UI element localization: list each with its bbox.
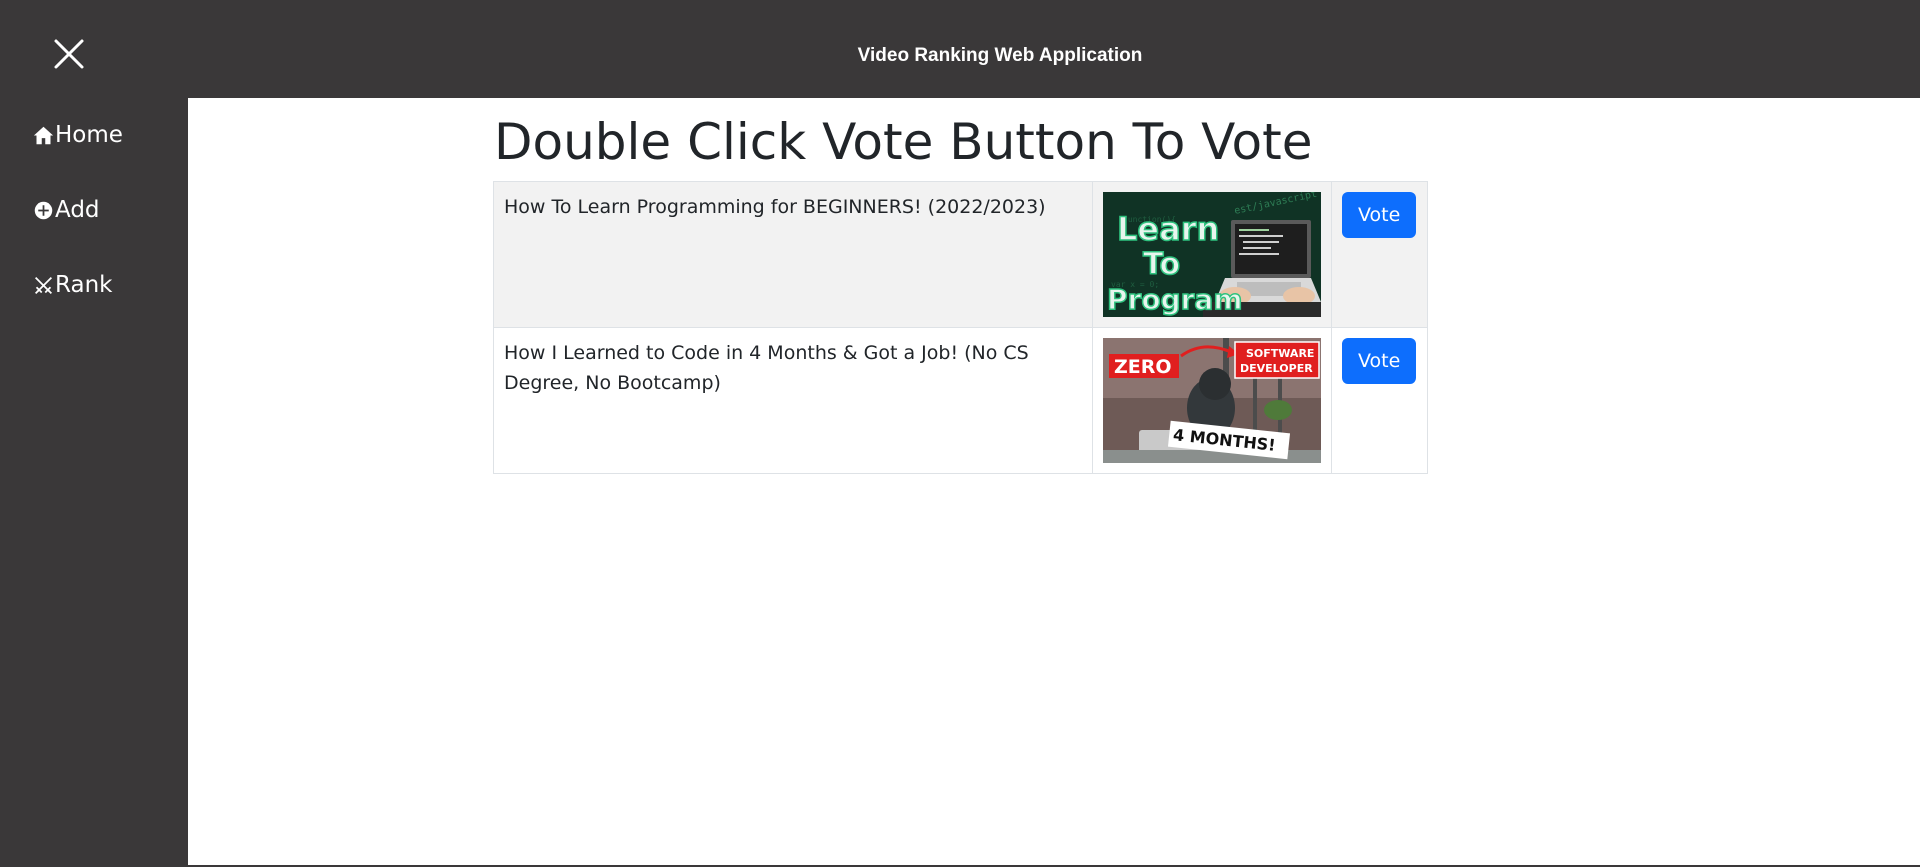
thumbnail-text: DEVELOPER [1240,362,1313,375]
swords-icon [35,276,52,294]
video-title: How To Learn Programming for BEGINNERS! … [493,181,1093,328]
vote-button[interactable]: Vote [1342,338,1417,384]
table-row: How I Learned to Code in 4 Months & Got … [493,327,1428,474]
video-thumbnail: est/javascript" function(){ var x = 0; L… [1103,192,1321,317]
sidebar-item-label: Rank [55,272,113,298]
thumbnail-text: Program [1107,283,1243,316]
thumbnail-text: ZERO [1114,356,1172,378]
sidebar: Home Add Rank [0,98,188,867]
vote-button[interactable]: Vote [1342,192,1417,238]
table-row: How To Learn Programming for BEGINNERS! … [493,181,1428,328]
video-thumbnail: ZERO SOFTWARE DEVELOPER 4 MONTHS! [1103,338,1321,463]
plus-circle-icon [34,201,53,219]
thumbnail-text: Learn [1117,210,1219,248]
main-content: Double Click Vote Button To Vote How To … [188,98,1920,867]
video-title: How I Learned to Code in 4 Months & Got … [493,327,1093,474]
app-title: Video Ranking Web Application [857,45,1143,66]
sidebar-item-add[interactable]: Add [33,197,100,223]
sidebar-item-rank[interactable]: Rank [33,272,112,298]
thumbnail-text: To [1143,247,1180,282]
sidebar-item-label: Home [55,122,123,148]
sidebar-item-home[interactable]: Home [33,122,123,148]
top-bar: Video Ranking Web Application [0,0,1920,98]
home-icon [33,126,54,144]
thumbnail-text: SOFTWARE [1246,347,1314,360]
video-table: How To Learn Programming for BEGINNERS! … [493,181,1428,474]
page-title: Double Click Vote Button To Vote [494,113,1313,171]
sidebar-item-label: Add [55,197,100,223]
